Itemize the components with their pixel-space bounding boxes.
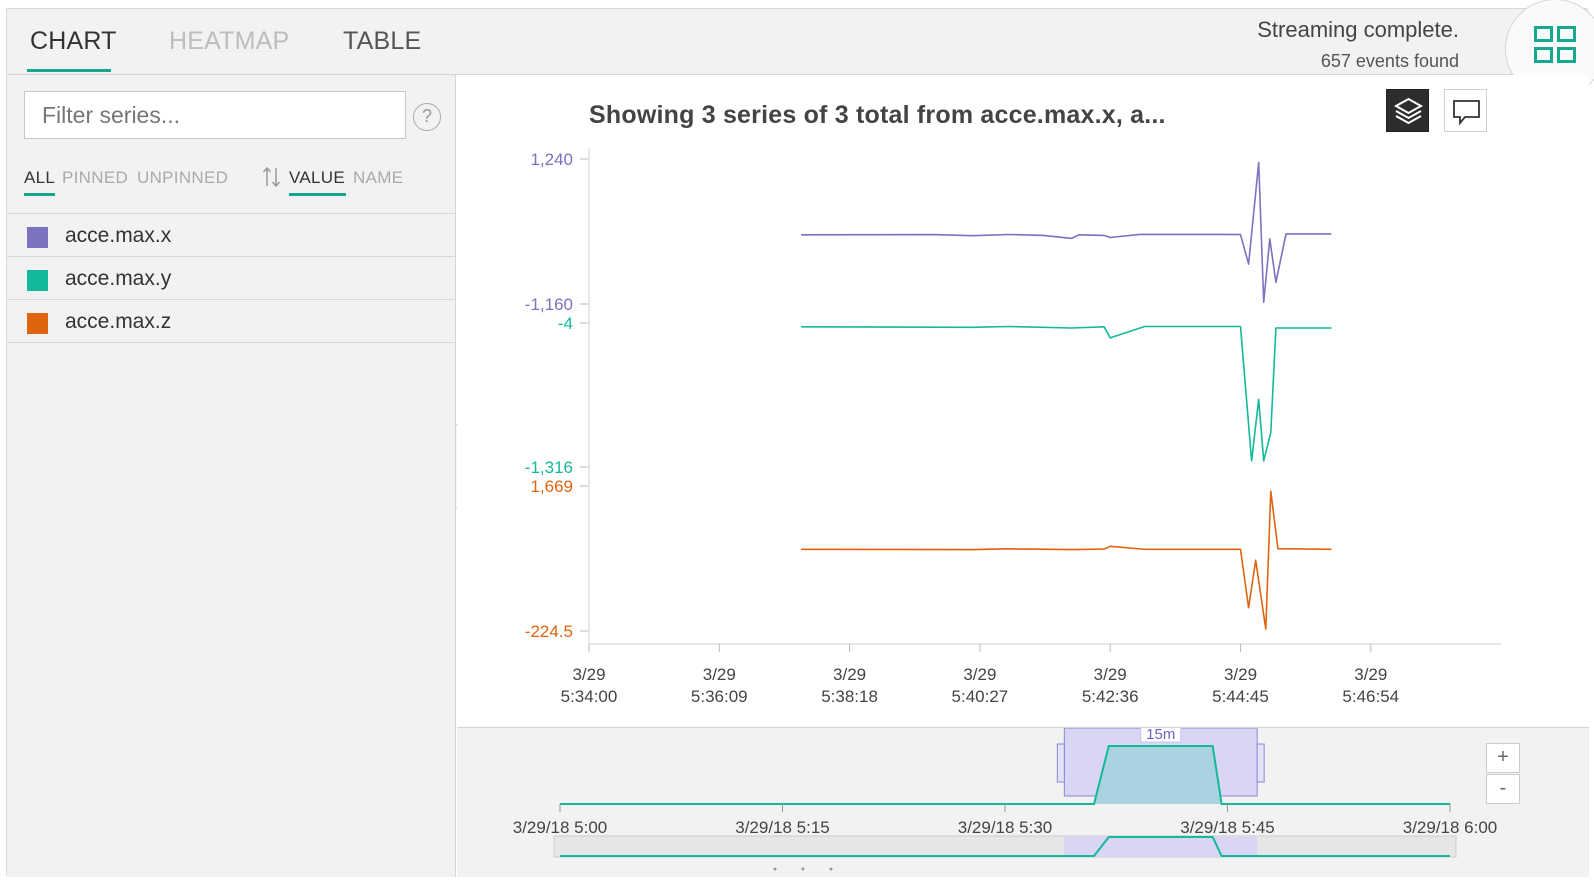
selection-right-handle (1256, 743, 1265, 783)
sort-name[interactable]: NAME (353, 168, 403, 188)
series-row-acce-max-x[interactable]: acce.max.x (7, 213, 456, 256)
tab-heatmap[interactable]: HEATMAP (169, 27, 289, 56)
grid-icon (1534, 26, 1576, 63)
x-tick-label-date: 3/29 (572, 665, 605, 684)
navigator-tick-label: 3/29/18 5:45 (1180, 818, 1275, 837)
x-tick-label-time: 5:42:36 (1082, 687, 1139, 706)
series-row-acce-max-z[interactable]: acce.max.z (7, 299, 456, 342)
status-title: Streaming complete. (1257, 17, 1459, 42)
divider (7, 342, 456, 343)
filter-unpinned[interactable]: UNPINNED (137, 168, 228, 188)
resize-grip-dot (829, 867, 833, 871)
sort-icon[interactable] (262, 165, 282, 189)
tab-chart[interactable]: CHART (30, 27, 117, 56)
x-tick-label-date: 3/29 (963, 665, 996, 684)
navigator-tick-label: 3/29/18 5:30 (958, 818, 1053, 837)
x-tick-label-time: 5:40:27 (952, 687, 1009, 706)
x-tick-label-time: 5:46:54 (1342, 687, 1399, 706)
navigator-tick-label: 3/29/18 5:15 (735, 818, 830, 837)
series-sidebar: ? ALL PINNED UNPINNED VALUE NAME acce.ma… (7, 75, 456, 877)
resize-grip-dot (801, 867, 805, 871)
x-tick-label-time: 5:34:00 (561, 687, 618, 706)
activity-area-fill (560, 746, 1450, 804)
sort-value[interactable]: VALUE (289, 168, 345, 188)
resize-grip-dot (773, 867, 777, 871)
y-tick-label: -1,316 (525, 458, 573, 477)
series-line-acce-max-z (801, 490, 1332, 630)
series-name: acce.max.x (65, 224, 172, 247)
sort-active-indicator (289, 193, 346, 196)
overview-scrollbar (553, 835, 1457, 858)
overview-window (1064, 836, 1258, 857)
y-tick-label: 1,669 (530, 477, 573, 496)
x-tick-label-date: 3/29 (1224, 665, 1257, 684)
chart-panel: Showing 3 series of 3 total from acce.ma… (457, 75, 1589, 727)
time-navigator: 15m 3/29/18 5:00 3/29/18 5:15 3/29/18 5:30 3… (457, 727, 1589, 877)
event-count: 657 events found (1320, 51, 1459, 71)
y-tick-label: -4 (558, 314, 573, 333)
y-tick-label: -1,160 (525, 295, 573, 314)
series-line-acce-max-y (801, 325, 1332, 462)
filter-all[interactable]: ALL (24, 168, 55, 188)
series-name: acce.max.y (65, 267, 172, 290)
filter-pinned[interactable]: PINNED (62, 168, 128, 188)
activity-line (560, 745, 1450, 805)
tab-table[interactable]: TABLE (343, 27, 421, 56)
x-tick-label-time: 5:38:18 (821, 687, 878, 706)
filter-active-indicator (24, 193, 55, 196)
series-name: acce.max.z (65, 310, 172, 333)
series-row-acce-max-y[interactable]: acce.max.y (7, 256, 456, 299)
filter-series-input[interactable] (24, 91, 406, 139)
x-tick-label-time: 5:36:09 (691, 687, 748, 706)
series-color-swatch (27, 313, 48, 334)
y-tick-label: -224.5 (525, 622, 573, 641)
app-window: CHART HEATMAP TABLE Streaming complete. … (6, 0, 1594, 877)
navigator-tick-label: 3/29/18 5:00 (513, 818, 608, 837)
series-color-swatch (27, 270, 48, 291)
line-chart: 3/29 5:34:00 3/29 5:36:09 3/29 5:38:18 3/29 5:4… (525, 148, 1501, 706)
help-icon[interactable]: ? (413, 103, 441, 131)
y-tick-label: 1,240 (530, 150, 573, 169)
navigator-tick-label: 3/29/18 6:00 (1403, 818, 1498, 837)
x-tick-label-date: 3/29 (703, 665, 736, 684)
zoom-in-button[interactable]: + (1486, 743, 1520, 773)
active-tab-indicator (27, 69, 111, 72)
x-tick-label-date: 3/29 (833, 665, 866, 684)
series-line-acce-max-x (801, 161, 1332, 303)
x-tick-label-date: 3/29 (1354, 665, 1387, 684)
selection-left-handle (1056, 743, 1065, 783)
window-duration-label: 15m (1146, 728, 1175, 743)
series-color-swatch (27, 227, 48, 248)
x-tick-label-date: 3/29 (1094, 665, 1127, 684)
x-tick-label-time: 5:44:45 (1212, 687, 1269, 706)
navigator-brush[interactable]: 15m 3/29/18 5:00 3/29/18 5:15 3/29/18 5:30 3… (457, 728, 1589, 878)
stream-status: Streaming complete. 657 events found (1257, 17, 1459, 72)
zoom-out-button[interactable]: - (1486, 774, 1520, 804)
top-bar: CHART HEATMAP TABLE Streaming complete. … (7, 0, 1594, 99)
